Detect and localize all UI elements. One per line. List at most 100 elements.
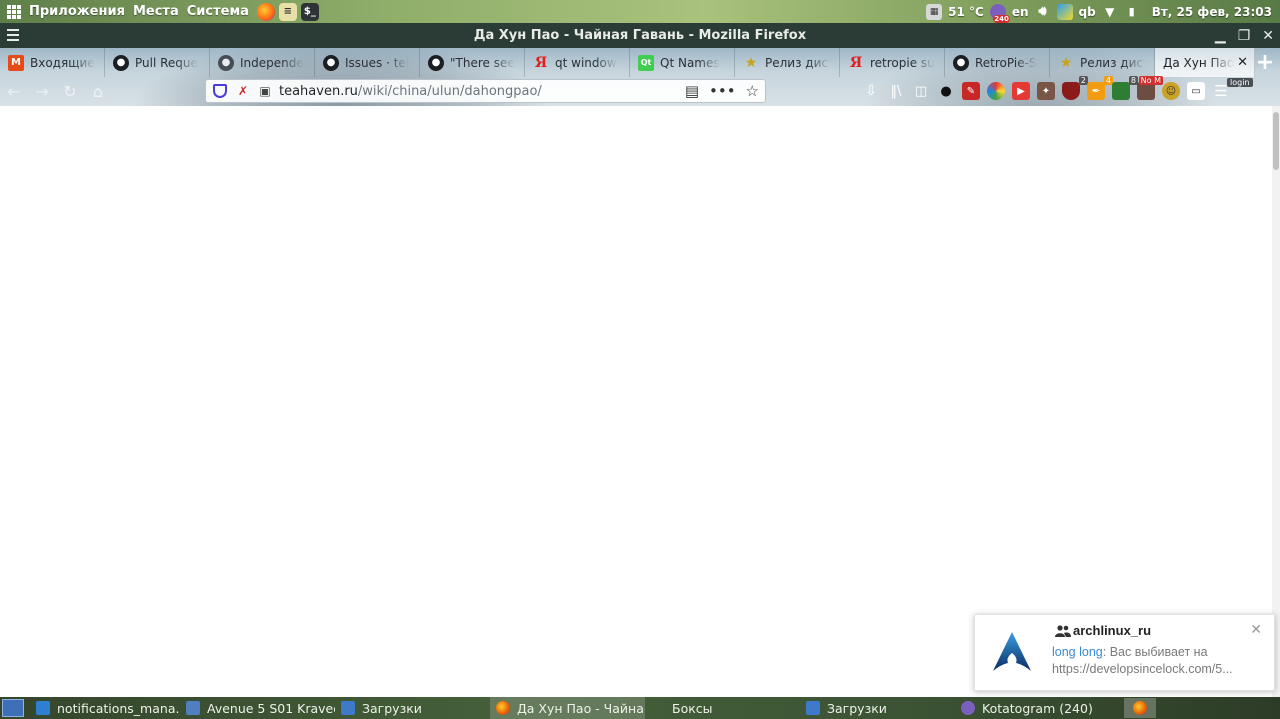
apps-grid-icon[interactable] xyxy=(7,4,21,19)
notification-text: Вас выбивает на xyxy=(1109,645,1208,659)
tab-qt-namespace[interactable]: Qt Qt Names xyxy=(630,48,735,77)
app-tray-icon[interactable] xyxy=(1056,3,1073,20)
tab-label: Qt Names xyxy=(660,55,720,70)
tab-retropie-search[interactable]: Я retropie su xyxy=(840,48,945,77)
tab-there-seems[interactable]: ● "There see xyxy=(420,48,525,77)
telegram-tray-icon[interactable]: 240 xyxy=(989,3,1010,23)
media-extension-icon[interactable]: No M xyxy=(1137,76,1163,100)
task-kotatogram[interactable]: Kotatogram (240) xyxy=(955,697,1105,719)
back-icon[interactable]: ← xyxy=(0,80,28,104)
task-avenue5-folder[interactable]: Avenue 5 S01 Kravec xyxy=(180,697,335,719)
task-label: Да Хун Пао - Чайна... xyxy=(517,700,645,716)
task-downloads-2[interactable]: Загрузки xyxy=(800,697,955,719)
telegram-unread-badge: 240 xyxy=(993,14,1010,23)
notification-chat-name: archlinux_ru xyxy=(1073,623,1152,638)
terminal-launcher-icon[interactable]: $_ xyxy=(300,2,319,21)
tracking-protection-icon[interactable] xyxy=(213,84,227,98)
tab-independent[interactable]: ● Independe xyxy=(210,48,315,77)
tab-release-1[interactable]: ★ Релиз дист xyxy=(735,48,840,77)
tab-strip: M Входящие ● Pull Reque ● Independe ● Is… xyxy=(0,48,1280,77)
downloads-folder-icon xyxy=(806,701,820,715)
colorful-extension-icon[interactable] xyxy=(987,82,1005,100)
page-scrollbar[interactable] xyxy=(1272,106,1280,697)
battery-icon[interactable]: ▮ xyxy=(1124,4,1140,20)
notification-message: long long: Вас выбивает на xyxy=(1052,645,1208,659)
tab-inbox[interactable]: M Входящие xyxy=(0,48,105,77)
media-badge: No M xyxy=(1138,76,1163,85)
yandex-icon: Я xyxy=(849,54,863,71)
vscode-icon xyxy=(36,701,50,715)
tampermonkey-icon[interactable]: ☺ xyxy=(1162,82,1180,100)
task-label: notifications_mana... xyxy=(57,700,180,716)
github-muted-icon: ● xyxy=(218,54,234,71)
image-permission-icon[interactable]: ▣ xyxy=(257,83,273,99)
incognito-extension-icon[interactable]: ● xyxy=(937,82,955,100)
reload-icon[interactable]: ↻ xyxy=(56,80,84,104)
close-window-icon[interactable]: ✕ xyxy=(1262,28,1274,44)
tab-retropie-setup[interactable]: ● RetroPie-S xyxy=(945,48,1050,77)
tab-label: RetroPie-S xyxy=(975,55,1037,70)
window-titlebar[interactable]: Да Хун Пао - Чайная Гавань - Mozilla Fir… xyxy=(0,23,1280,48)
scrollbar-thumb[interactable] xyxy=(1273,112,1279,170)
qbittorrent-tray[interactable]: qb xyxy=(1079,5,1096,19)
cookie-extension-icon[interactable]: ✦ xyxy=(1037,82,1055,100)
home-icon[interactable]: ⌂ xyxy=(84,80,112,104)
green-extension-icon[interactable]: 8 xyxy=(1112,76,1138,100)
sidebar-icon[interactable]: ◫ xyxy=(912,82,930,100)
notification-close-icon[interactable]: ✕ xyxy=(1250,622,1262,638)
keyboard-layout[interactable]: en xyxy=(1012,5,1029,19)
red-extension-icon[interactable]: ✎ xyxy=(962,82,980,100)
forward-icon[interactable]: → xyxy=(28,80,56,104)
firefox-tray-icon xyxy=(1133,701,1147,715)
feather-extension-icon[interactable]: ✒ 4 xyxy=(1087,76,1113,100)
tab-pull-requests[interactable]: ● Pull Reque xyxy=(105,48,210,77)
task-firefox[interactable]: Да Хун Пао - Чайна... xyxy=(490,697,645,719)
volume-icon[interactable]: 🔊︎ xyxy=(1035,4,1051,20)
page-actions-icon[interactable]: ••• xyxy=(709,82,736,100)
task-label: Боксы xyxy=(672,700,713,716)
task-label: Загрузки xyxy=(827,700,887,716)
menu-places[interactable]: Места xyxy=(129,4,183,19)
tab-issues[interactable]: ● Issues · tel xyxy=(315,48,420,77)
library-icon[interactable]: ‖\ xyxy=(887,82,905,100)
firefox-launcher-icon[interactable] xyxy=(256,2,275,21)
window-menu-icon[interactable] xyxy=(7,29,19,41)
minimize-icon[interactable]: ▁ xyxy=(1215,28,1226,44)
telegram-notification[interactable]: archlinux_ru ✕ long long: Вас выбивает н… xyxy=(974,614,1275,691)
show-desktop-button[interactable] xyxy=(2,699,24,717)
downloads-icon[interactable]: ⇩ xyxy=(862,82,880,100)
menu-applications[interactable]: Приложения xyxy=(25,4,129,19)
mail-icon: M xyxy=(8,54,24,71)
clock[interactable]: Вт, 25 фев, 23:03 xyxy=(1152,5,1272,19)
extensions-toolbar: ⇩ ‖\ ◫ ● ✎ ▶ ✦ 2 ✒ 4 8 No M ☺ ▭ ☰ xyxy=(862,76,1230,103)
tab-release-2[interactable]: ★ Релиз дист xyxy=(1050,48,1155,77)
cpu-temperature-icon[interactable]: ▦ xyxy=(926,3,943,20)
wifi-icon[interactable]: ▼ xyxy=(1102,4,1118,20)
tab-active-da-hong-pao[interactable]: Да Хун Пао ✕ xyxy=(1155,48,1255,77)
ublock-extension-icon[interactable]: 2 xyxy=(1062,76,1088,100)
window-controls: ▁ ❐ ✕ xyxy=(1215,23,1274,48)
login-extension-icon[interactable]: ▭ xyxy=(1187,82,1205,100)
close-tab-icon[interactable]: ✕ xyxy=(1237,55,1248,70)
notification-sender: long long xyxy=(1052,645,1103,659)
bookmark-star-icon[interactable]: ☆ xyxy=(746,82,759,100)
new-tab-button[interactable]: + xyxy=(1250,48,1280,77)
taskbar-firefox-tray[interactable] xyxy=(1124,698,1156,718)
tab-qt-window[interactable]: Я qt window xyxy=(525,48,630,77)
text-editor-launcher-icon[interactable]: ≡ xyxy=(278,2,297,21)
autoplay-blocked-icon[interactable]: ✗ xyxy=(235,83,251,99)
url-bar[interactable]: ✗ ▣ teahaven.ru/wiki/china/ulun/dahongpa… xyxy=(205,79,766,103)
yandex-icon: Я xyxy=(534,54,548,71)
url-actions: ▤ ••• ☆ xyxy=(685,82,759,100)
github-icon: ● xyxy=(113,54,129,71)
task-boxes[interactable]: Боксы xyxy=(645,697,800,719)
restore-icon[interactable]: ❐ xyxy=(1238,28,1251,44)
page-content[interactable] xyxy=(0,106,1280,697)
task-downloads-1[interactable]: Загрузки xyxy=(335,697,490,719)
top-panel: Приложения Места Система ≡ $_ ▦ 51 °C 24… xyxy=(0,0,1280,23)
reader-view-icon[interactable]: ▤ xyxy=(685,82,699,100)
task-vscode[interactable]: notifications_mana... xyxy=(30,697,180,719)
menu-system[interactable]: Система xyxy=(183,4,253,19)
youtube-extension-icon[interactable]: ▶ xyxy=(1012,82,1030,100)
kotatogram-icon xyxy=(961,701,975,715)
